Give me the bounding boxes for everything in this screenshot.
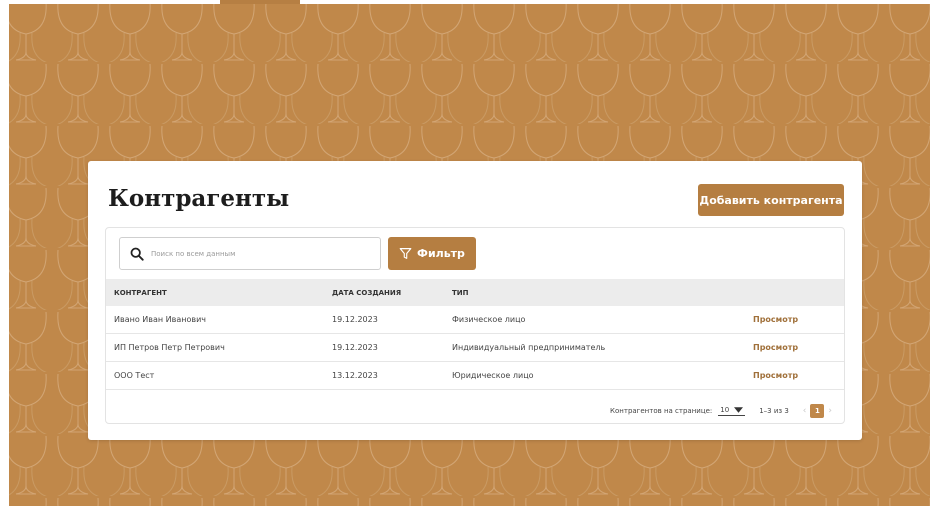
caret-down-icon — [734, 407, 744, 413]
row-counterparty-name: ООО Тест — [114, 371, 155, 380]
view-link[interactable]: Просмотр — [753, 343, 798, 352]
row-type: Юридическое лицо — [452, 371, 534, 380]
per-page-value: 10 — [720, 406, 730, 414]
active-tab-indicator — [220, 0, 300, 4]
pagination: Контрагентов на странице: 10 1–3 из 3 ‹ … — [106, 400, 844, 422]
column-header-type: ТИП — [452, 288, 469, 297]
view-link[interactable]: Просмотр — [753, 315, 798, 324]
search-box[interactable] — [119, 237, 381, 270]
search-input[interactable] — [151, 249, 371, 258]
counterparties-card: Контрагенты Добавить контрагента Фильтр … — [88, 161, 862, 440]
table-header: КОНТРАГЕНТ ДАТА СОЗДАНИЯ ТИП — [106, 279, 844, 306]
pagination-range: 1–3 из 3 — [759, 407, 789, 415]
column-header-created-date: ДАТА СОЗДАНИЯ — [332, 288, 402, 297]
per-page-label: Контрагентов на странице: — [610, 407, 713, 415]
table-row: ООО Тест 13.12.2023 Юридическое лицо Про… — [106, 362, 844, 390]
row-counterparty-name: Ивано Иван Иванович — [114, 315, 207, 324]
row-created-date: 13.12.2023 — [332, 371, 378, 380]
top-nav-strip — [0, 0, 930, 4]
row-counterparty-name: ИП Петров Петр Петрович — [114, 343, 225, 352]
left-edge — [0, 0, 9, 506]
page-button-current[interactable]: 1 — [810, 404, 825, 418]
filter-icon — [399, 248, 412, 259]
per-page-select[interactable]: 10 — [718, 406, 746, 416]
row-created-date: 19.12.2023 — [332, 315, 378, 324]
chevron-right-icon[interactable]: › — [828, 406, 832, 416]
search-icon — [130, 247, 144, 261]
row-created-date: 19.12.2023 — [332, 343, 378, 352]
filter-button[interactable]: Фильтр — [388, 237, 476, 270]
table-row: Ивано Иван Иванович 19.12.2023 Физическо… — [106, 306, 844, 334]
page-title: Контрагенты — [108, 185, 290, 212]
table-row: ИП Петров Петр Петрович 19.12.2023 Индив… — [106, 334, 844, 362]
column-header-counterparty: КОНТРАГЕНТ — [114, 288, 167, 297]
counterparties-panel: Фильтр КОНТРАГЕНТ ДАТА СОЗДАНИЯ ТИП Иван… — [105, 227, 845, 424]
row-type: Физическое лицо — [452, 315, 526, 324]
row-type: Индивидуальный предприниматель — [452, 343, 606, 352]
view-link[interactable]: Просмотр — [753, 371, 798, 380]
chevron-left-icon[interactable]: ‹ — [803, 406, 807, 416]
add-counterparty-button[interactable]: Добавить контрагента — [698, 184, 844, 216]
filter-label: Фильтр — [417, 247, 465, 260]
